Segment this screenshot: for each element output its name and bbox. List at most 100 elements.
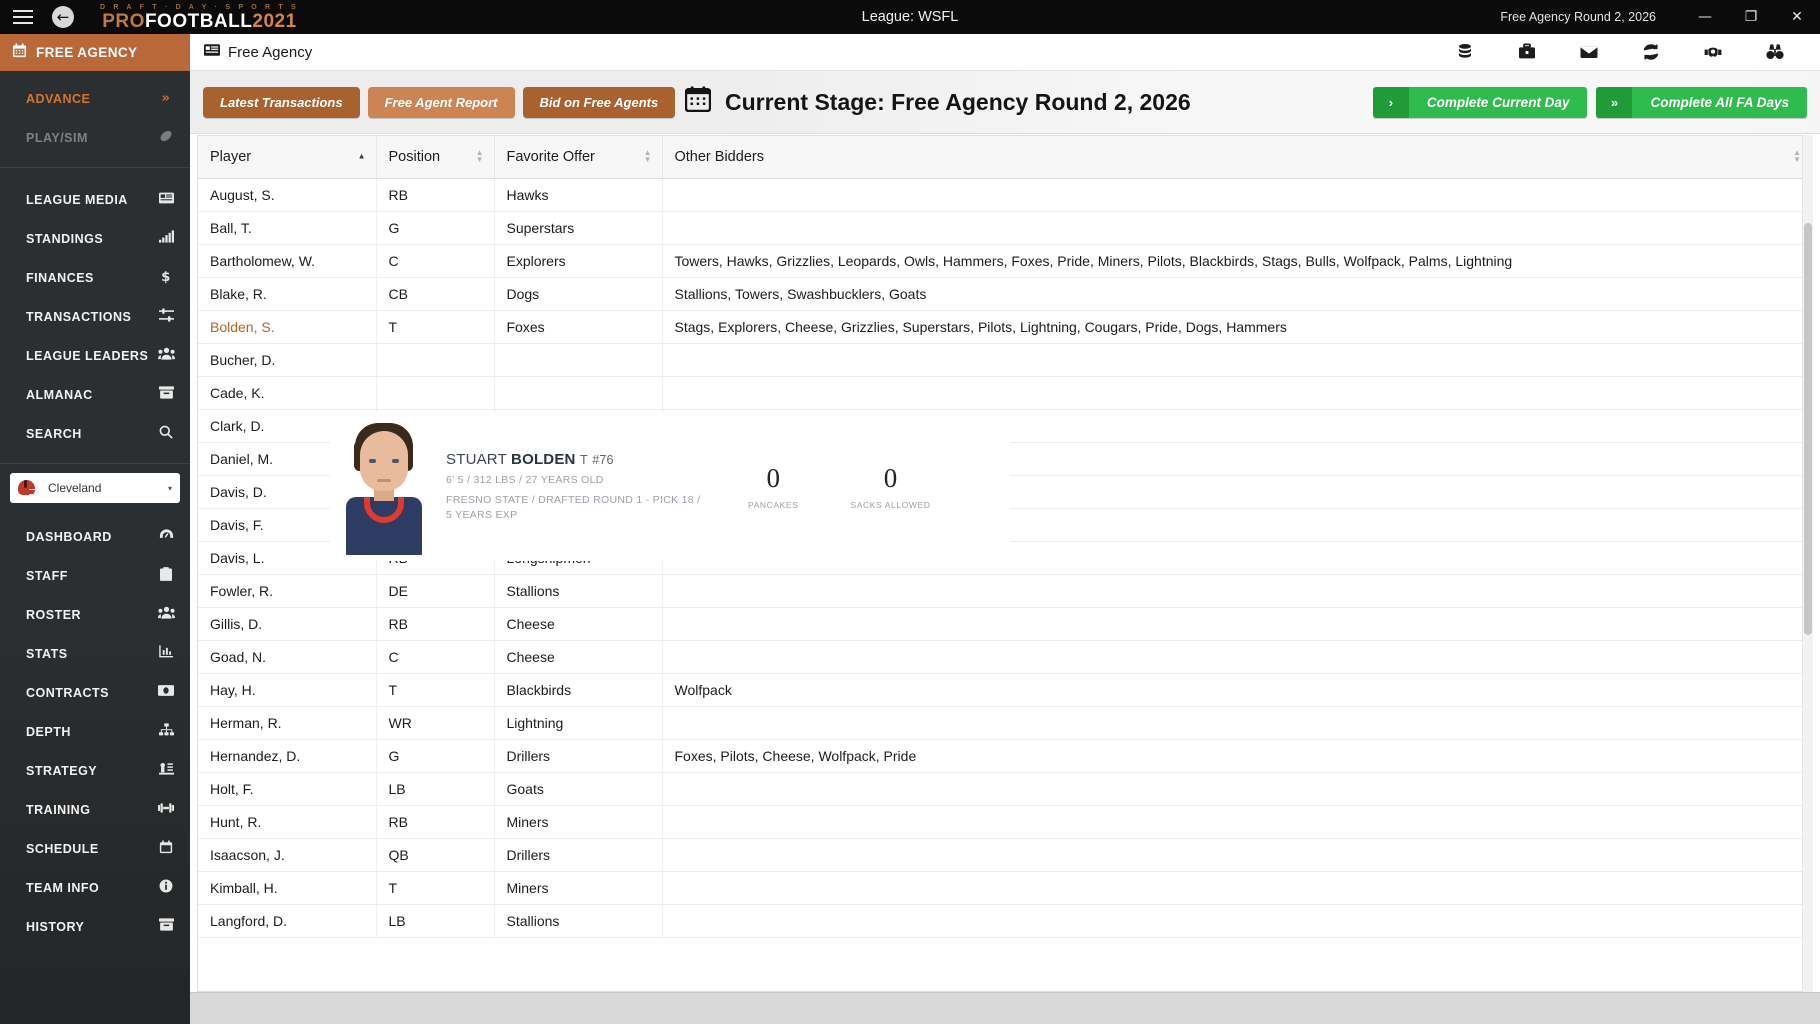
restore-button[interactable]: ❐ bbox=[1728, 0, 1774, 34]
column-header-position[interactable]: Position ▲▼ bbox=[376, 136, 494, 178]
table-row[interactable]: Goad, N.CCheese bbox=[198, 640, 1812, 673]
column-header-favorite-offer[interactable]: Favorite Offer ▲▼ bbox=[494, 136, 662, 178]
player-stat-pancakes: 0 PANCAKES bbox=[748, 465, 798, 510]
cell-position: C bbox=[376, 640, 494, 673]
minimize-button[interactable]: — bbox=[1682, 0, 1728, 34]
cell-position: DE bbox=[376, 574, 494, 607]
table-row[interactable]: Langford, D.LBStallions bbox=[198, 904, 1812, 937]
cell-other-bidders bbox=[662, 574, 1812, 607]
cell-favorite-offer bbox=[494, 376, 662, 409]
cell-other-bidders bbox=[662, 838, 1812, 871]
sidebar-item-transactions[interactable]: TRANSACTIONS bbox=[0, 297, 190, 336]
cell-favorite-offer: Superstars bbox=[494, 211, 662, 244]
sidebar-item-almanac[interactable]: ALMANAC bbox=[0, 375, 190, 414]
sidebar-item-schedule[interactable]: SCHEDULE bbox=[0, 829, 190, 868]
sidebar-item-team-info[interactable]: TEAM INFO bbox=[0, 868, 190, 907]
scrollbar-thumb[interactable] bbox=[1804, 223, 1812, 635]
table-row[interactable]: Bartholomew, W.CExplorersTowers, Hawks, … bbox=[198, 244, 1812, 277]
column-label: Player bbox=[210, 149, 251, 165]
sort-none-icon: ▲▼ bbox=[644, 150, 652, 164]
sidebar-item-finances[interactable]: FINANCES $ bbox=[0, 258, 190, 297]
sidebar-item-league-media[interactable]: LEAGUE MEDIA bbox=[0, 180, 190, 219]
table-row[interactable]: Blake, R.CBDogsStallions, Towers, Swashb… bbox=[198, 277, 1812, 310]
double-chevron-right-icon: » bbox=[1596, 87, 1632, 118]
sidebar-item-label: STATS bbox=[26, 647, 156, 661]
table-row[interactable]: Herman, R.WRLightning bbox=[198, 706, 1812, 739]
action-bar: Latest Transactions Free Agent Report Bi… bbox=[190, 71, 1820, 134]
cell-favorite-offer: Miners bbox=[494, 805, 662, 838]
sidebar-item-training[interactable]: TRAINING bbox=[0, 790, 190, 829]
sidebar-item-stats[interactable]: STATS bbox=[0, 634, 190, 673]
status-strip bbox=[190, 992, 1820, 1024]
complete-all-fa-days-button[interactable]: » Complete All FA Days bbox=[1596, 87, 1807, 118]
sidebar-item-roster[interactable]: ROSTER bbox=[0, 595, 190, 634]
free-agent-report-button[interactable]: Free Agent Report bbox=[368, 87, 515, 118]
table-row[interactable]: Holt, F.LBGoats bbox=[198, 772, 1812, 805]
close-button[interactable]: ✕ bbox=[1774, 0, 1820, 34]
sidebar-item-strategy[interactable]: STRATEGY bbox=[0, 751, 190, 790]
cell-position: C bbox=[376, 244, 494, 277]
sidebar-item-playsim[interactable]: PLAY/SIM bbox=[0, 118, 190, 157]
envelope-icon[interactable] bbox=[1558, 34, 1620, 71]
sidebar-item-label: STRATEGY bbox=[26, 764, 156, 778]
cell-favorite-offer: Dogs bbox=[494, 277, 662, 310]
cell-other-bidders bbox=[662, 343, 1812, 376]
sidebar-item-search[interactable]: SEARCH bbox=[0, 414, 190, 453]
calendar-icon bbox=[12, 43, 27, 63]
team-selector-label: Cleveland bbox=[48, 481, 159, 495]
database-icon[interactable] bbox=[1434, 34, 1496, 71]
cell-favorite-offer: Stallions bbox=[494, 574, 662, 607]
sidebar-item-league-leaders[interactable]: LEAGUE LEADERS bbox=[0, 336, 190, 375]
table-scrollbar[interactable] bbox=[1802, 135, 1813, 992]
cell-position bbox=[376, 343, 494, 376]
player-last-name: BOLDEN bbox=[511, 451, 576, 468]
table-row[interactable]: Fowler, R.DEStallions bbox=[198, 574, 1812, 607]
main-content: Free Agency Latest Transactions Free bbox=[190, 34, 1820, 1024]
cell-other-bidders bbox=[662, 706, 1812, 739]
table-row[interactable]: Ball, T.GSuperstars bbox=[198, 211, 1812, 244]
cell-player: Gillis, D. bbox=[198, 607, 376, 640]
team-selector[interactable]: Cleveland ▾ bbox=[10, 473, 180, 503]
sidebar-item-standings[interactable]: STANDINGS bbox=[0, 219, 190, 258]
table-row[interactable]: Kimball, H.TMiners bbox=[198, 871, 1812, 904]
latest-transactions-button[interactable]: Latest Transactions bbox=[203, 87, 360, 118]
cell-player: Holt, F. bbox=[198, 772, 376, 805]
table-row[interactable]: Hay, H.TBlackbirdsWolfpack bbox=[198, 673, 1812, 706]
table-row[interactable]: Cade, K. bbox=[198, 376, 1812, 409]
table-row[interactable]: Hunt, R.RBMiners bbox=[198, 805, 1812, 838]
table-row[interactable]: Gillis, D.RBCheese bbox=[198, 607, 1812, 640]
back-arrow-icon[interactable]: ← bbox=[52, 6, 74, 28]
player-stat-sacks-allowed: 0 SACKS ALLOWED bbox=[850, 465, 930, 510]
refresh-icon[interactable] bbox=[1620, 34, 1682, 71]
sidebar-item-history[interactable]: HISTORY bbox=[0, 907, 190, 946]
table-row[interactable]: Hernandez, D.GDrillersFoxes, Pilots, Che… bbox=[198, 739, 1812, 772]
sliders-icon bbox=[156, 308, 176, 326]
column-header-other-bidders[interactable]: Other Bidders ▲▼ bbox=[662, 136, 1812, 178]
cell-other-bidders bbox=[662, 772, 1812, 805]
sidebar-item-dashboard[interactable]: DASHBOARD bbox=[0, 517, 190, 556]
sidebar-item-advance[interactable]: ADVANCE » bbox=[0, 79, 190, 118]
sidebar-item-staff[interactable]: STAFF bbox=[0, 556, 190, 595]
briefcase-icon[interactable] bbox=[1496, 34, 1558, 71]
player-bio-line-1: 6' 5 / 312 LBS / 27 YEARS OLD bbox=[446, 473, 702, 488]
bid-on-free-agents-button[interactable]: Bid on Free Agents bbox=[523, 87, 676, 118]
complete-current-day-button[interactable]: › Complete Current Day bbox=[1373, 87, 1588, 118]
table-row[interactable]: Bolden, S.TFoxesStags, Explorers, Cheese… bbox=[198, 310, 1812, 343]
table-row[interactable]: Isaacson, J.QBDrillers bbox=[198, 838, 1812, 871]
sidebar-item-label: DEPTH bbox=[26, 725, 156, 739]
hamburger-menu-icon[interactable] bbox=[0, 0, 46, 34]
sidebar-header-label: FREE AGENCY bbox=[36, 45, 137, 60]
sidebar-item-depth[interactable]: DEPTH bbox=[0, 712, 190, 751]
football-icon bbox=[156, 129, 176, 147]
column-header-player[interactable]: Player ▲ bbox=[198, 136, 376, 178]
table-row[interactable]: Bucher, D. bbox=[198, 343, 1812, 376]
calendar-icon bbox=[685, 86, 711, 118]
table-row[interactable]: August, S.RBHawks bbox=[198, 178, 1812, 211]
player-photo bbox=[338, 419, 430, 555]
logo-wordmark: PROFOOTBALL2021 bbox=[102, 12, 296, 31]
search-icon bbox=[156, 425, 176, 443]
cell-player: August, S. bbox=[198, 178, 376, 211]
sidebar-item-contracts[interactable]: CONTRACTS bbox=[0, 673, 190, 712]
binoculars-icon[interactable] bbox=[1744, 34, 1806, 71]
handshake-icon[interactable] bbox=[1682, 34, 1744, 71]
